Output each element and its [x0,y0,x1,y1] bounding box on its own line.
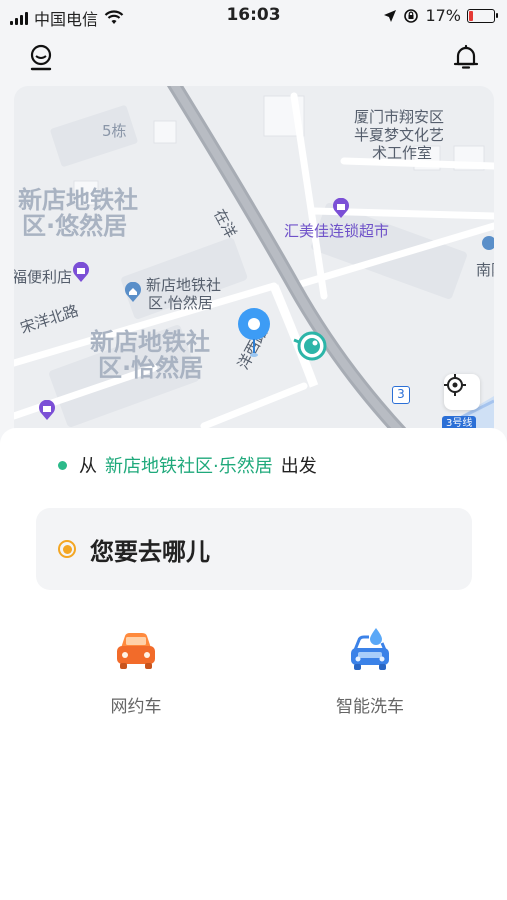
map-label-studio-2: 半夏梦文化艺 [354,126,445,144]
destination-placeholder: 您要去哪儿 [90,537,210,566]
battery-icon [467,8,498,23]
map-label-road-south: 南阳 [476,261,494,279]
map-label-convenience: 福便利店 [14,268,73,286]
start-dot-icon [58,460,67,470]
map-label-building: 5栋 [102,122,127,140]
car-wash-icon [351,628,389,670]
location-arrow-icon [384,9,397,22]
poi-convenience-icon[interactable] [72,262,90,282]
poi-supermarket-icon[interactable] [332,198,350,218]
rotation-lock-icon [404,8,419,23]
road-number-badge: 3 [392,386,410,404]
map-label-district-2b: 区·怡然居 [148,294,213,312]
destination-input[interactable]: 您要去哪儿 [36,508,472,590]
bell-icon[interactable] [451,42,481,72]
crosshair-icon [444,374,466,396]
start-location-row[interactable]: 从 新店地铁社区·乐然居 出发 [58,452,317,478]
map-label-district-1a: 新店地铁社 [18,186,138,214]
poi-shop-icon[interactable] [38,400,56,420]
map-label-district-2a: 新店地铁社 [146,276,222,294]
map-view[interactable]: 5栋 厦门市翔安区 半夏梦文化艺 术工作室 新店地铁社 区·悠然居 汇美佳连锁超… [14,86,494,446]
top-bar [0,36,507,80]
user-location-icon [293,331,327,361]
destination-dot-icon [58,540,76,558]
map-label-district-1b: 区·悠然居 [22,212,128,240]
map-label-district-3a: 新店地铁社 [90,328,210,356]
battery-percent: 17% [425,6,461,25]
service-car-wash[interactable]: 智能洗车 [310,626,430,717]
pickup-pin-icon[interactable] [236,306,272,358]
start-location-name[interactable]: 新店地铁社区·乐然居 [105,452,273,478]
status-right: 17% [383,6,498,25]
service-label: 网约车 [110,697,162,717]
trip-panel: 从 新店地铁社区·乐然居 出发 您要去哪儿 网约车 智能洗车 [0,428,507,900]
locate-me-button[interactable] [444,374,480,410]
service-label: 智能洗车 [336,697,404,717]
start-suffix: 出发 [280,456,317,477]
map-label-studio-1: 厦门市翔安区 [354,108,445,126]
start-prefix: 从 [79,456,97,477]
poi-residence-icon[interactable] [124,282,142,302]
service-ride-hailing[interactable]: 网约车 [76,626,196,717]
car-icon [117,633,155,669]
status-bar: 中国电信 16:03 17% [0,0,507,32]
map-label-studio-3: 术工作室 [372,144,433,162]
poi-marker-icon [482,236,494,250]
map-label-supermarket: 汇美佳连锁超市 [284,222,390,240]
map-label-district-3b: 区·怡然居 [98,354,204,382]
user-icon[interactable] [26,42,56,72]
